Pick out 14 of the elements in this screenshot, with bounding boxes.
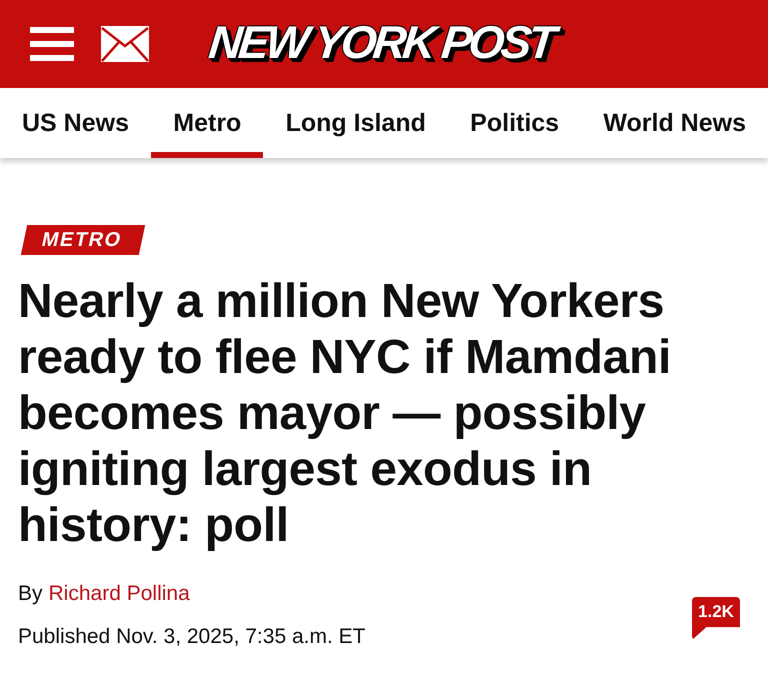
nav-tab[interactable]: World News bbox=[581, 88, 768, 158]
publish-date: Published Nov. 3, 2025, 7:35 a.m. ET bbox=[18, 624, 366, 650]
menu-icon[interactable] bbox=[30, 27, 74, 61]
headline: Nearly a million New Yorkers ready to flee NYC if Mamdani becomes mayor — possibly igniting largest exodus in history: poll bbox=[18, 274, 672, 554]
byline-prefix: By bbox=[18, 581, 43, 607]
comment-count-button[interactable]: 1.2K bbox=[692, 597, 740, 640]
site-logo[interactable]: NEW YORK POST bbox=[204, 17, 564, 71]
author-link[interactable]: Richard Pollina bbox=[48, 580, 190, 608]
section-tag[interactable]: METRO bbox=[20, 225, 145, 255]
nav-tab[interactable]: US News bbox=[0, 88, 151, 158]
nav-tab[interactable]: Politics bbox=[448, 88, 582, 158]
envelope-icon[interactable] bbox=[101, 26, 149, 62]
nav-tab[interactable]: Metro bbox=[151, 88, 264, 158]
nav-tab[interactable]: Long Island bbox=[264, 88, 448, 158]
